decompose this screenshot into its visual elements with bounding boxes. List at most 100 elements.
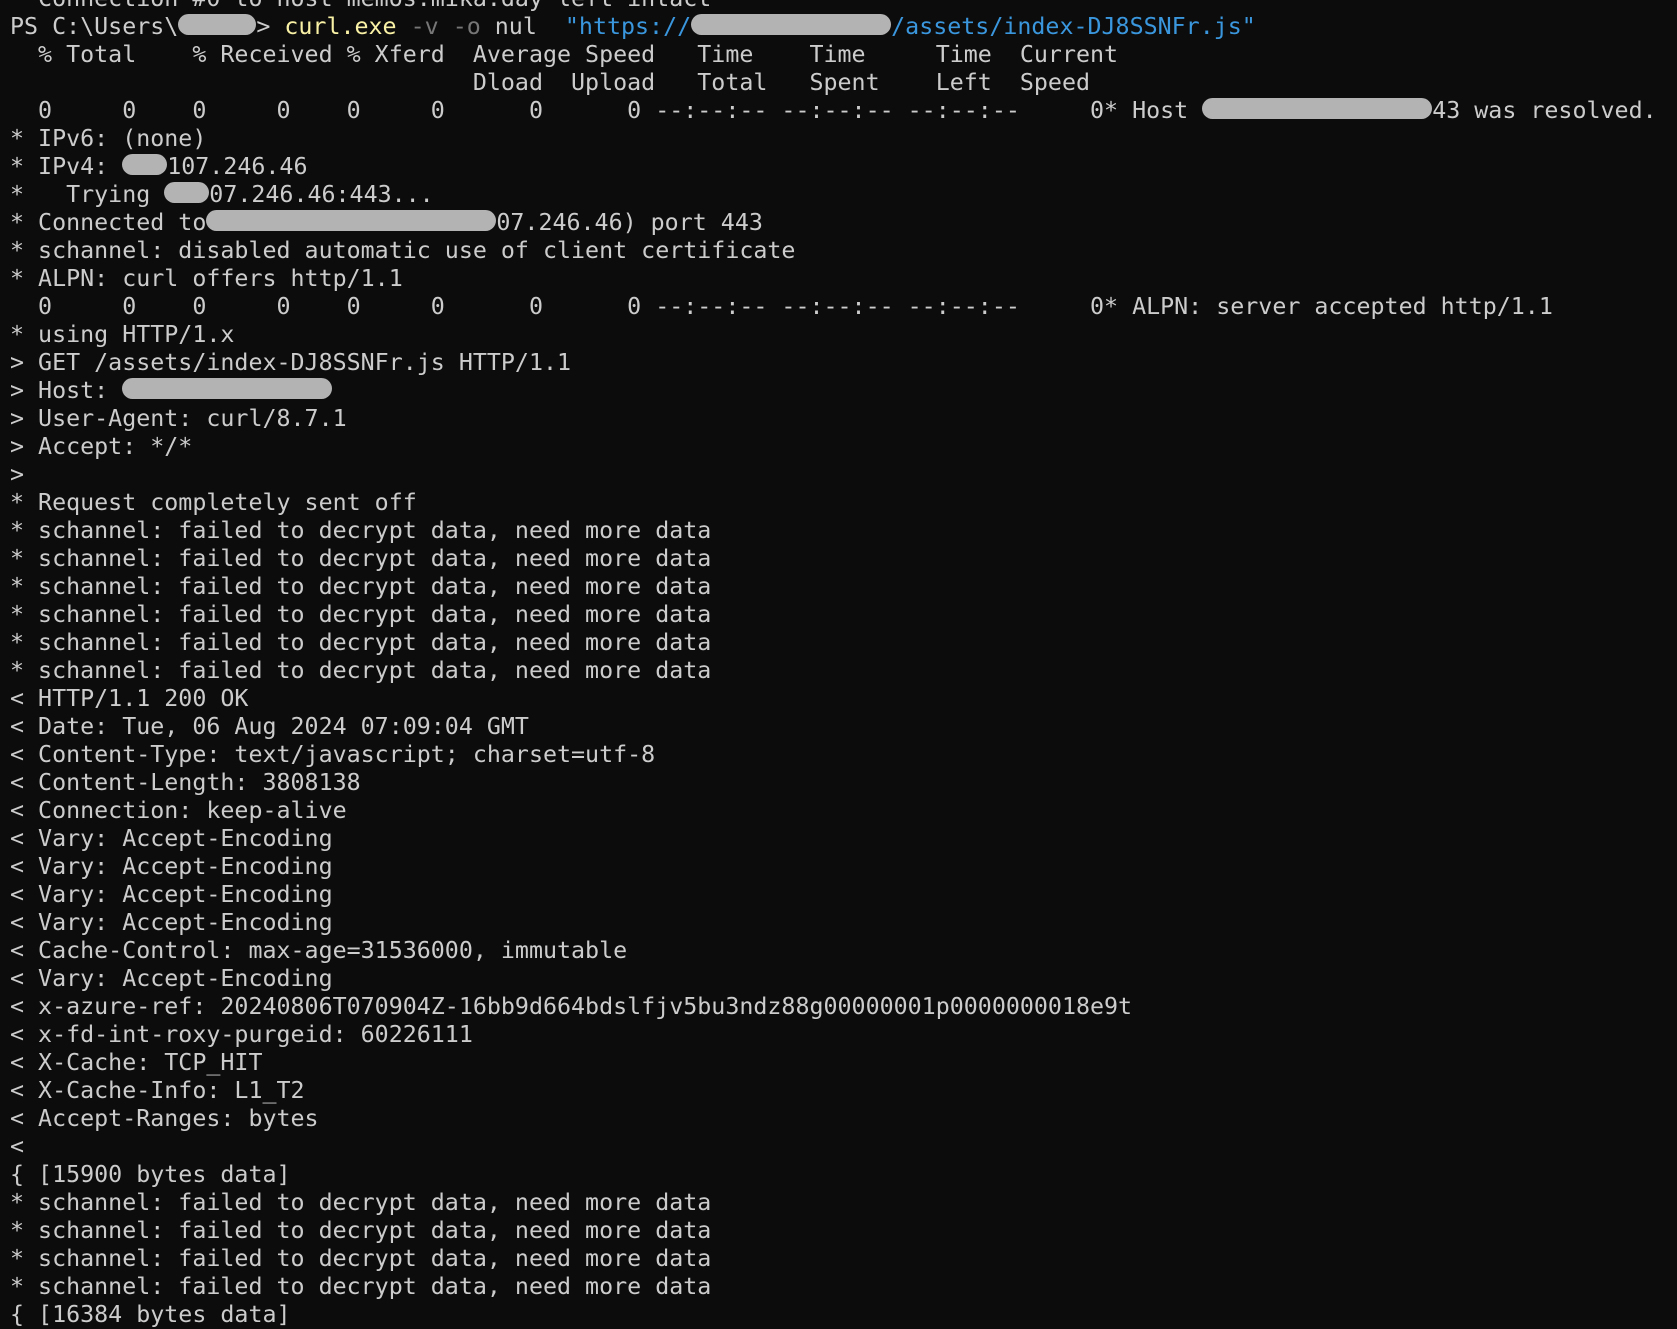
terminal-line: * schannel: failed to decrypt data, need… xyxy=(10,1245,1670,1273)
terminal-line: < Cache-Control: max-age=31536000, immut… xyxy=(10,937,1670,965)
terminal-line: % Total % Received % Xferd Average Speed… xyxy=(10,41,1670,69)
terminal-text-segment: < x-fd-int-roxy-purgeid: 60226111 xyxy=(10,1021,473,1048)
terminal-line: < Vary: Accept-Encoding xyxy=(10,965,1670,993)
terminal-line: { [16384 bytes data] xyxy=(10,1301,1670,1329)
terminal-text-segment: { [15900 bytes data] xyxy=(10,1161,291,1188)
terminal-line: < Vary: Accept-Encoding xyxy=(10,909,1670,937)
terminal-output[interactable]: * Connection #0 to host memos.mika.day l… xyxy=(10,0,1670,1329)
terminal-text-segment: nul xyxy=(480,13,565,40)
terminal-line: * Request completely sent off xyxy=(10,489,1670,517)
terminal-text-segment: * IPv4: xyxy=(10,153,123,180)
terminal-line: * schannel: failed to decrypt data, need… xyxy=(10,601,1670,629)
terminal-line: * Connection #0 to host memos.mika.day l… xyxy=(10,0,1670,13)
terminal-text-segment: * Connected to xyxy=(10,209,207,236)
terminal-line: * schannel: failed to decrypt data, need… xyxy=(10,545,1670,573)
redacted-region xyxy=(691,14,892,35)
terminal-text-segment: > GET /assets/index-DJ8SSNFr.js HTTP/1.1 xyxy=(10,349,572,376)
terminal-text-segment: < Vary: Accept-Encoding xyxy=(10,853,333,880)
terminal-text-segment: * schannel: failed to decrypt data, need… xyxy=(10,1217,712,1244)
terminal-text-segment: < Connection: keep-alive xyxy=(10,797,347,824)
terminal-text-segment: < Date: Tue, 06 Aug 2024 07:09:04 GMT xyxy=(10,713,529,740)
terminal-line: < x-azure-ref: 20240806T070904Z-16bb9d66… xyxy=(10,993,1670,1021)
terminal-text-segment: < Vary: Accept-Encoding xyxy=(10,965,333,992)
terminal-text-segment: < Content-Type: text/javascript; charset… xyxy=(10,741,656,768)
terminal-text-segment: * Connection #0 to host memos.mika.day l… xyxy=(10,0,711,12)
terminal-text-segment: * schannel: failed to decrypt data, need… xyxy=(10,1273,712,1300)
terminal-line: PS C:\Users\ > curl.exe -v -o nul "https:… xyxy=(10,13,1670,41)
terminal-text-segment: % Total % Received % Xferd Average Speed… xyxy=(10,41,1119,68)
terminal-line: < xyxy=(10,1133,1670,1161)
terminal-line: * using HTTP/1.x xyxy=(10,321,1670,349)
terminal-text-segment: > Host: xyxy=(10,377,123,404)
terminal-line: 0 0 0 0 0 0 0 0 --:--:-- --:--:-- --:--:… xyxy=(10,97,1670,125)
terminal-line: < Date: Tue, 06 Aug 2024 07:09:04 GMT xyxy=(10,713,1670,741)
terminal-text-segment: > xyxy=(256,13,285,40)
redacted-region xyxy=(178,14,257,35)
terminal-text-segment: { [16384 bytes data] xyxy=(10,1301,291,1328)
terminal-line: * Connected to 07.246.46) port 443 xyxy=(10,209,1670,237)
terminal-text-segment: 07.246.46) port 443 xyxy=(496,209,763,236)
terminal-line: < Vary: Accept-Encoding xyxy=(10,825,1670,853)
terminal-line: < Accept-Ranges: bytes xyxy=(10,1105,1670,1133)
terminal-line: * IPv6: (none) xyxy=(10,125,1670,153)
terminal-text-segment: * schannel: disabled automatic use of cl… xyxy=(10,237,796,264)
terminal-text-segment: PS C:\Users\ xyxy=(10,13,179,40)
terminal-line: * schannel: failed to decrypt data, need… xyxy=(10,1217,1670,1245)
redacted-region xyxy=(206,210,497,231)
terminal-line: < Content-Length: 3808138 xyxy=(10,769,1670,797)
terminal-text-segment: * schannel: failed to decrypt data, need… xyxy=(10,629,712,656)
terminal-text-segment: < X-Cache: TCP_HIT xyxy=(10,1049,263,1076)
terminal-line: * schannel: failed to decrypt data, need… xyxy=(10,517,1670,545)
terminal-text-segment: "https:// xyxy=(564,13,692,40)
terminal-line: 0 0 0 0 0 0 0 0 --:--:-- --:--:-- --:--:… xyxy=(10,293,1670,321)
terminal-text-segment: < Vary: Accept-Encoding xyxy=(10,881,333,908)
terminal-text-segment: < Cache-Control: max-age=31536000, immut… xyxy=(10,937,628,964)
terminal-text-segment: * Request completely sent off xyxy=(10,489,417,516)
terminal-line: > Accept: */* xyxy=(10,433,1670,461)
terminal-line: < HTTP/1.1 200 OK xyxy=(10,685,1670,713)
terminal-text-segment: < Accept-Ranges: bytes xyxy=(10,1105,319,1132)
redacted-region xyxy=(164,182,210,203)
terminal-line: < X-Cache-Info: L1_T2 xyxy=(10,1077,1670,1105)
redacted-region xyxy=(1202,98,1433,119)
terminal-text-segment: < X-Cache-Info: L1_T2 xyxy=(10,1077,305,1104)
terminal-text-segment: 0 0 0 0 0 0 0 0 --:--:-- --:--:-- --:--:… xyxy=(10,97,1203,124)
terminal-text-segment: > User-Agent: curl/8.7.1 xyxy=(10,405,347,432)
terminal-text-segment: < Vary: Accept-Encoding xyxy=(10,825,333,852)
terminal-line: > xyxy=(10,461,1670,489)
terminal-text-segment: 07.246.46:443... xyxy=(209,181,434,208)
terminal-text-segment: * schannel: failed to decrypt data, need… xyxy=(10,601,712,628)
terminal-line: * schannel: disabled automatic use of cl… xyxy=(10,237,1670,265)
terminal-text-segment: Dload Upload Total Spent Left Speed xyxy=(10,69,1090,96)
redacted-region xyxy=(122,154,168,175)
terminal-line: < Connection: keep-alive xyxy=(10,797,1670,825)
terminal-text-segment: * schannel: failed to decrypt data, need… xyxy=(10,573,712,600)
terminal-line: < X-Cache: TCP_HIT xyxy=(10,1049,1670,1077)
terminal-line: * Trying 07.246.46:443... xyxy=(10,181,1670,209)
terminal-line: * schannel: failed to decrypt data, need… xyxy=(10,1189,1670,1217)
terminal-line: * ALPN: curl offers http/1.1 xyxy=(10,265,1670,293)
terminal-line: * schannel: failed to decrypt data, need… xyxy=(10,1273,1670,1301)
terminal-line: > GET /assets/index-DJ8SSNFr.js HTTP/1.1 xyxy=(10,349,1670,377)
terminal-text-segment: * IPv6: (none) xyxy=(10,125,207,152)
terminal-text-segment: 107.246.46 xyxy=(167,153,308,180)
terminal-text-segment: 43 was resolved. xyxy=(1432,97,1657,124)
terminal-text-segment: < Vary: Accept-Encoding xyxy=(10,909,333,936)
terminal-text-segment: < HTTP/1.1 200 OK xyxy=(10,685,249,712)
terminal-line: < Vary: Accept-Encoding xyxy=(10,881,1670,909)
terminal-line: > Host: xyxy=(10,377,1670,405)
terminal-line: > User-Agent: curl/8.7.1 xyxy=(10,405,1670,433)
terminal-line: < x-fd-int-roxy-purgeid: 60226111 xyxy=(10,1021,1670,1049)
terminal-text-segment: < x-azure-ref: 20240806T070904Z-16bb9d66… xyxy=(10,993,1133,1020)
terminal-text-segment: * schannel: failed to decrypt data, need… xyxy=(10,1189,712,1216)
terminal-line: Dload Upload Total Spent Left Speed xyxy=(10,69,1670,97)
terminal-text-segment: * schannel: failed to decrypt data, need… xyxy=(10,657,712,684)
terminal-text-segment: * ALPN: curl offers http/1.1 xyxy=(10,265,403,292)
terminal-text-segment: < Content-Length: 3808138 xyxy=(10,769,361,796)
terminal-text-segment: * using HTTP/1.x xyxy=(10,321,235,348)
terminal-text-segment: * Trying xyxy=(10,181,165,208)
terminal-text-segment: * schannel: failed to decrypt data, need… xyxy=(10,1245,712,1272)
terminal-text-segment: > Accept: */* xyxy=(10,433,193,460)
terminal-text-segment: > xyxy=(10,461,25,488)
terminal-line: < Vary: Accept-Encoding xyxy=(10,853,1670,881)
